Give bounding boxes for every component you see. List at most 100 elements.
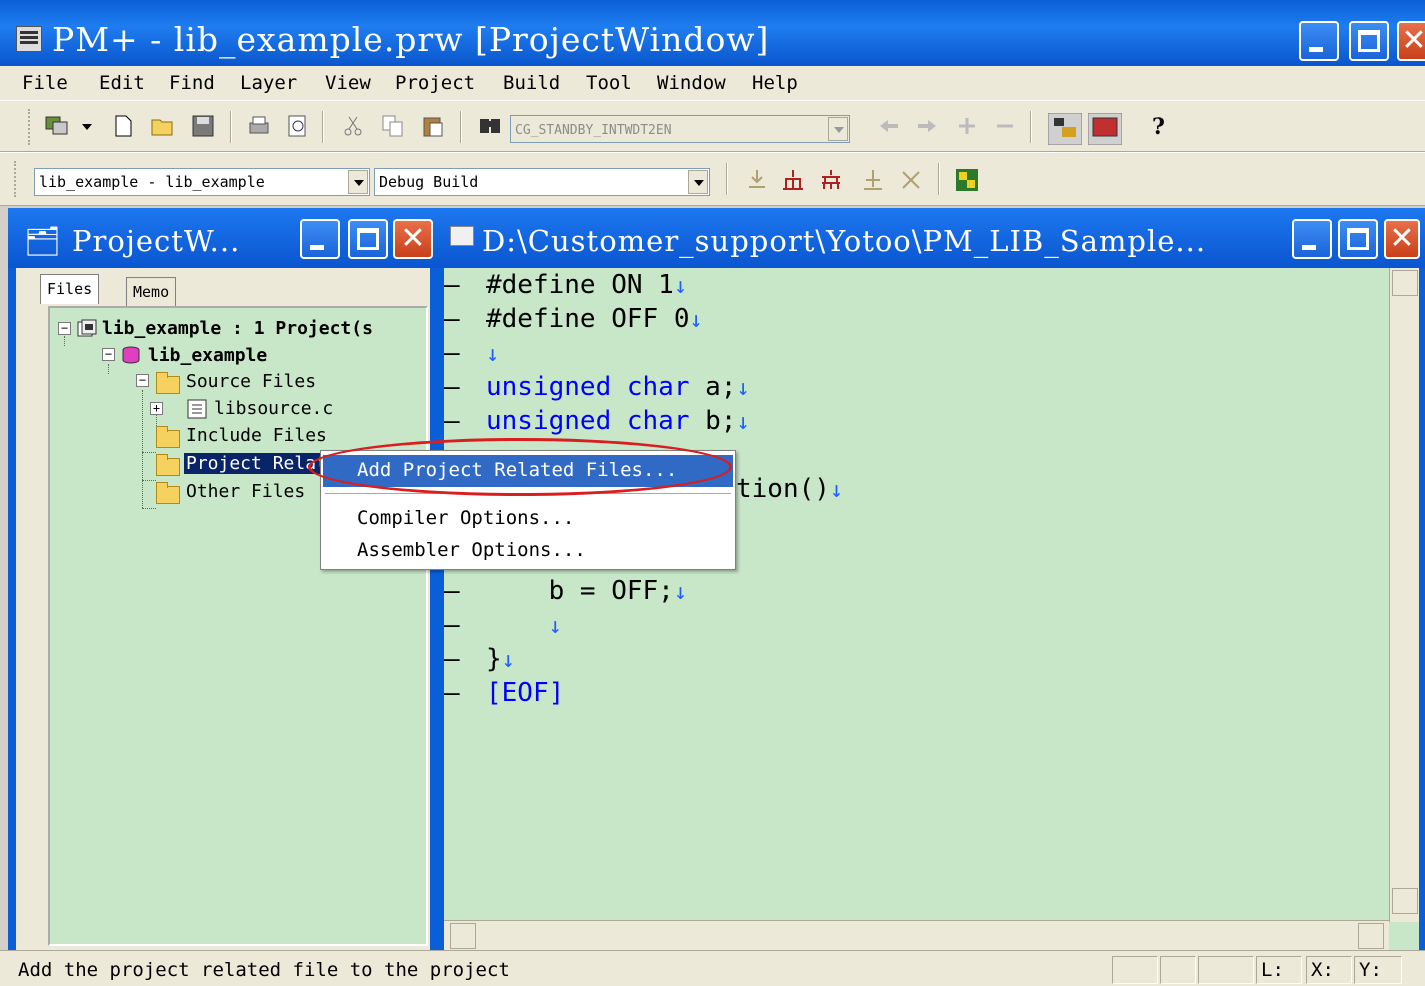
cut-icon[interactable] [340, 113, 366, 139]
save-icon[interactable] [190, 113, 216, 139]
workspace-icon [77, 319, 97, 337]
window-title: PM+ - lib_example.prw [ProjectWindow] [52, 20, 770, 59]
status-cell [1160, 956, 1196, 984]
horizontal-scrollbar[interactable] [444, 920, 1389, 950]
folder-icon [156, 454, 180, 476]
copy-icon[interactable] [380, 113, 406, 139]
minimize-icon [1309, 47, 1323, 52]
editor-title-bar[interactable]: D:\Customer_support\Yotoo\PM_LIB_Sample.… [436, 208, 1425, 268]
print-preview-icon[interactable] [284, 113, 310, 139]
minus-icon[interactable] [992, 113, 1018, 139]
help-icon[interactable]: ? [1146, 113, 1172, 139]
toolbar-grip[interactable] [28, 109, 32, 145]
tab-files[interactable]: Files [40, 274, 100, 304]
status-line: L: [1256, 956, 1302, 984]
print-icon[interactable] [246, 113, 272, 139]
tree-connector [108, 364, 109, 374]
chevron-down-icon[interactable] [688, 170, 708, 194]
tree-project-related-files[interactable]: Project Relat [184, 453, 329, 474]
tree-include-files[interactable]: Include Files [186, 425, 327, 446]
menu-view[interactable]: View [325, 72, 371, 94]
app-icon[interactable] [16, 26, 42, 52]
expand-libsource-icon[interactable]: + [150, 402, 163, 415]
collapse-project-icon[interactable]: − [102, 348, 115, 361]
build-mode-combo-value: Debug Build [379, 173, 479, 191]
chevron-down-icon[interactable] [828, 117, 848, 141]
selected-label: Project Relat [184, 453, 329, 474]
menu-find[interactable]: Find [169, 72, 215, 94]
clean-icon[interactable] [898, 167, 924, 193]
arrow-left-icon[interactable] [876, 113, 902, 139]
rebuild-all-icon[interactable] [818, 167, 844, 193]
collapse-root-icon[interactable]: − [58, 322, 71, 335]
menu-bar: File Edit Find Layer View Project Build … [0, 66, 1425, 100]
new-file-icon[interactable] [110, 113, 136, 139]
stop-build-icon[interactable] [860, 167, 886, 193]
editor-maximize-button[interactable] [1338, 219, 1378, 259]
tree-other-files[interactable]: Other Files [186, 481, 305, 502]
find-function-icon[interactable] [478, 113, 504, 139]
menu-tool[interactable]: Tool [586, 72, 632, 94]
scroll-down-icon[interactable] [1392, 888, 1418, 914]
tree-project-label[interactable]: lib_example [148, 345, 267, 366]
maximize-button[interactable] [1349, 21, 1389, 61]
maximize-icon [1358, 30, 1380, 52]
tree-libsource[interactable]: libsource.c [214, 398, 333, 419]
arrow-right-icon[interactable] [914, 113, 940, 139]
vertical-scrollbar[interactable] [1389, 268, 1419, 922]
menu-window[interactable]: Window [657, 72, 726, 94]
open-folder-icon[interactable] [150, 113, 176, 139]
tab-memo[interactable]: Memo [126, 277, 177, 307]
output-window-icon[interactable] [1088, 113, 1122, 145]
plus-icon[interactable] [954, 113, 980, 139]
dropdown-arrow-icon[interactable] [80, 113, 94, 139]
project-icon [122, 346, 140, 364]
menu-build[interactable]: Build [503, 72, 560, 94]
toolbar-separator [230, 111, 232, 143]
tree-source-files[interactable]: Source Files [186, 371, 316, 392]
project-combo[interactable]: lib_example - lib_example [34, 168, 370, 196]
tree-root-label[interactable]: lib_example : 1 Project(s [102, 318, 373, 339]
project-maximize-button[interactable] [348, 219, 388, 259]
toolbar-separator [938, 163, 940, 195]
paste-icon[interactable] [420, 113, 446, 139]
scroll-left-icon[interactable] [450, 923, 476, 949]
chevron-down-icon[interactable] [348, 170, 368, 194]
status-x: X: [1306, 956, 1352, 984]
code-line: – ↓ [444, 610, 562, 640]
maximize-icon [1347, 228, 1369, 250]
editor-window: D:\Customer_support\Yotoo\PM_LIB_Sample.… [436, 208, 1425, 950]
app-title-bar[interactable]: PM+ - lib_example.prw [ProjectWindow] ✕ [0, 0, 1425, 66]
menu-file[interactable]: File [22, 72, 68, 94]
code-line: – #define ON 1↓ [444, 270, 688, 300]
project-minimize-button[interactable] [300, 219, 340, 259]
menu-edit[interactable]: Edit [99, 72, 145, 94]
close-button[interactable]: ✕ [1397, 21, 1425, 61]
function-combo[interactable]: CG_STANDBY_INTWDT2EN [510, 115, 850, 143]
scroll-up-icon[interactable] [1392, 270, 1418, 296]
code-editor[interactable]: – #define ON 1↓ – #define OFF 0↓ – ↓ – unsig… [444, 268, 1419, 950]
assembler-options-item[interactable]: Assembler Options... [323, 535, 733, 567]
project-close-button[interactable]: ✕ [393, 219, 433, 259]
editor-close-button[interactable]: ✕ [1384, 219, 1420, 259]
menu-project[interactable]: Project [395, 72, 475, 94]
toolbar-separator [726, 163, 728, 195]
menu-help[interactable]: Help [752, 72, 798, 94]
compiler-options-item[interactable]: Compiler Options... [323, 503, 733, 535]
close-icon: ✕ [1401, 23, 1425, 58]
debugger-icon[interactable] [954, 167, 980, 193]
editor-minimize-button[interactable] [1292, 219, 1332, 259]
code-line: – ↓ [444, 338, 500, 368]
open-project-icon[interactable] [44, 113, 70, 139]
menu-layer[interactable]: Layer [240, 72, 297, 94]
compile-icon[interactable] [744, 167, 770, 193]
project-window-icon[interactable] [1048, 113, 1082, 145]
minimize-button[interactable] [1299, 21, 1339, 61]
project-window-title-bar[interactable]: 🗂 ProjectW... ✕ [8, 208, 436, 268]
scroll-right-icon[interactable] [1358, 923, 1384, 949]
toolbar-grip[interactable] [14, 161, 18, 197]
function-combo-value: CG_STANDBY_INTWDT2EN [515, 123, 672, 138]
build-mode-combo[interactable]: Debug Build [374, 168, 710, 196]
build-icon[interactable] [780, 167, 806, 193]
collapse-source-icon[interactable]: − [136, 374, 149, 387]
